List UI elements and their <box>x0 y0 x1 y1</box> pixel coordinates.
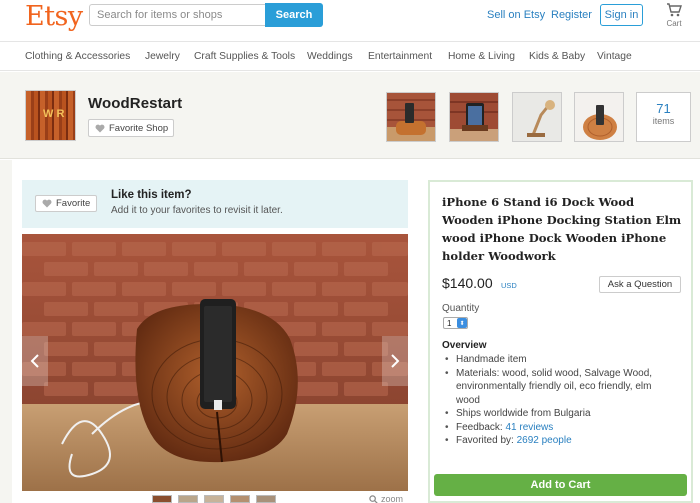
overview-handmade: Handmade item <box>444 353 674 367</box>
currency-code[interactable]: USD <box>501 281 517 290</box>
shop-item-thumb[interactable] <box>386 92 436 142</box>
gallery-thumb[interactable] <box>152 495 172 503</box>
heart-icon <box>42 199 52 208</box>
gallery-thumb[interactable] <box>204 495 224 503</box>
favorite-shop-button[interactable]: Favorite Shop <box>88 119 174 137</box>
category-weddings[interactable]: Weddings <box>307 51 353 62</box>
overview-list: Handmade item Materials: wood, solid woo… <box>444 353 674 448</box>
shop-name[interactable]: WoodRestart <box>88 95 182 112</box>
category-nav: Clothing & Accessories Jewelry Craft Sup… <box>0 42 700 71</box>
gallery-thumb[interactable] <box>256 495 276 503</box>
items-label: items <box>652 116 675 126</box>
add-to-cart-button[interactable]: Add to Cart <box>434 474 687 496</box>
shop-item-thumb[interactable] <box>512 92 562 142</box>
category-clothing[interactable]: Clothing & Accessories <box>25 51 130 62</box>
search-placeholder: Search for items or shops <box>97 9 223 21</box>
etsy-logo[interactable]: Etsy <box>25 1 83 32</box>
overview-feedback: Feedback: 41 reviews <box>444 421 674 435</box>
quantity-label: Quantity <box>442 303 480 314</box>
shop-bar: W R WoodRestart Favorite Shop 71 items <box>0 72 700 159</box>
category-craft-supplies[interactable]: Craft Supplies & Tools <box>194 51 295 62</box>
search-button[interactable]: Search <box>265 3 323 27</box>
category-entertainment[interactable]: Entertainment <box>368 51 432 62</box>
favorite-shop-label: Favorite Shop <box>109 122 169 134</box>
overview-favorited: Favorited by: 2692 people <box>444 434 674 448</box>
cart-icon <box>667 3 682 17</box>
sell-on-etsy-link[interactable]: Sell on Etsy <box>487 9 545 21</box>
sign-in-button[interactable]: Sign in <box>600 4 643 26</box>
ask-question-button[interactable]: Ask a Question <box>599 276 681 293</box>
like-this-item-panel: Favorite Like this item? Add it to your … <box>22 180 408 228</box>
category-kids-baby[interactable]: Kids & Baby <box>529 51 585 62</box>
shop-item-thumb[interactable] <box>449 92 499 142</box>
magnifier-icon <box>369 494 378 503</box>
heart-icon <box>95 124 105 132</box>
shop-item-thumb[interactable] <box>574 92 624 142</box>
search-input[interactable]: Search for items or shops <box>89 4 266 26</box>
chevron-right-icon <box>391 354 400 368</box>
cart-button[interactable]: Cart <box>660 3 688 28</box>
favorite-label: Favorite <box>56 198 91 209</box>
overview-heading: Overview <box>442 340 487 351</box>
feedback-label: Feedback: <box>456 421 503 433</box>
overview-materials: Materials: wood, solid wood, Salvage Woo… <box>444 367 674 408</box>
quantity-select[interactable]: 1 ⬍ <box>443 317 468 329</box>
chevron-left-icon <box>30 354 39 368</box>
gallery-thumb[interactable] <box>230 495 250 503</box>
category-home-living[interactable]: Home & Living <box>448 51 515 62</box>
next-image-button[interactable] <box>382 336 408 386</box>
listing-main-image[interactable] <box>22 234 408 491</box>
select-arrows-icon: ⬍ <box>457 318 467 328</box>
category-vintage[interactable]: Vintage <box>597 51 632 62</box>
site-header: Etsy Search for items or shops Search Se… <box>0 0 700 42</box>
zoom-button[interactable]: zoom <box>369 494 403 503</box>
favorite-item-button[interactable]: Favorite <box>35 195 97 212</box>
zoom-label: zoom <box>381 494 404 503</box>
overview-shipping: Ships worldwide from Bulgaria <box>444 407 674 421</box>
prev-image-button[interactable] <box>22 336 48 386</box>
cart-label: Cart <box>666 19 682 28</box>
reviews-link[interactable]: 41 reviews <box>505 422 553 433</box>
shop-items-count[interactable]: 71 items <box>636 92 691 142</box>
favorited-label: Favorited by: <box>456 435 514 446</box>
shop-avatar[interactable]: W R <box>25 90 76 141</box>
gallery-thumb[interactable] <box>178 495 198 503</box>
like-subtitle: Add it to your favorites to revisit it l… <box>111 205 283 216</box>
quantity-value: 1 <box>447 318 452 328</box>
register-link[interactable]: Register <box>551 9 592 21</box>
listing-title: iPhone 6 Stand i6 Dock Wood Wooden iPhon… <box>442 195 682 263</box>
listing-price: $140.00 <box>442 275 493 291</box>
items-count: 71 <box>656 101 671 116</box>
like-title: Like this item? <box>111 189 192 201</box>
category-jewelry[interactable]: Jewelry <box>145 51 180 62</box>
favorited-by-link[interactable]: 2692 people <box>517 435 572 446</box>
